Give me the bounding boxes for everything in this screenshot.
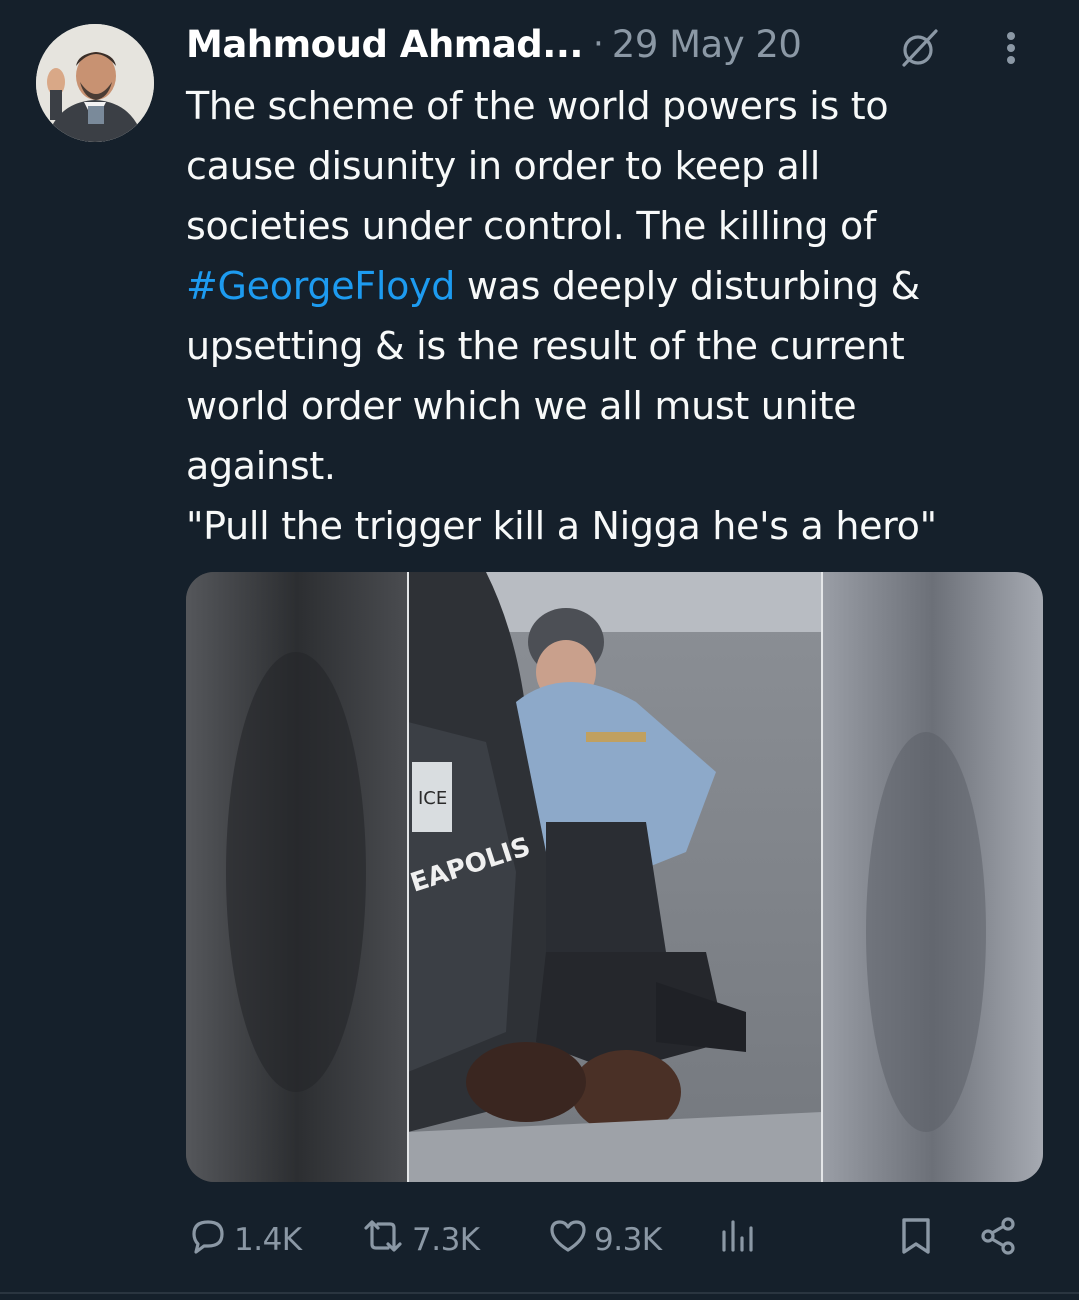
- tweet-text-line: "Pull the trigger kill a Nigga he's a he…: [186, 504, 937, 548]
- heart-icon: [546, 1214, 590, 1266]
- tweet-media-image[interactable]: ICE EAPOLIS: [186, 572, 1043, 1182]
- tweet-text-line: societies under control. The killing of: [186, 204, 877, 248]
- retweet-icon: [358, 1214, 408, 1266]
- car-text-ice: ICE: [418, 788, 447, 809]
- share-icon: [976, 1214, 1020, 1266]
- tweet-text-line-hashtag: #GeorgeFloyd was deeply disturbing &: [186, 256, 1056, 316]
- reply-button[interactable]: 1.4K: [186, 1208, 302, 1272]
- like-count: 9.3K: [594, 1222, 662, 1258]
- author-name[interactable]: Mahmoud Ahmad...: [186, 23, 583, 66]
- tweet-text-line: upsetting & is the result of the current: [186, 324, 905, 368]
- reply-icon: [186, 1214, 230, 1266]
- header-separator: ·: [592, 24, 604, 64]
- timestamp[interactable]: 29 May 20: [612, 23, 802, 66]
- author-avatar[interactable]: [36, 24, 154, 142]
- reply-count: 1.4K: [234, 1222, 302, 1258]
- more-options-icon[interactable]: [1001, 26, 1021, 70]
- tweet-text: The scheme of the world powers is to cau…: [186, 76, 1056, 556]
- retweet-button[interactable]: 7.3K: [358, 1208, 480, 1272]
- retweet-count: 7.3K: [412, 1222, 480, 1258]
- tweet-text-fragment: was deeply disturbing &: [455, 264, 920, 308]
- share-button[interactable]: [976, 1208, 1020, 1272]
- tweet-action-bar: 1.4K 7.3K 9.3K: [186, 1208, 1026, 1272]
- tweet-text-line: cause disunity in order to keep all: [186, 144, 821, 188]
- tweet-text-line: against.: [186, 444, 336, 488]
- views-icon: [716, 1214, 760, 1266]
- views-button[interactable]: [716, 1208, 760, 1272]
- grok-icon[interactable]: [898, 26, 942, 70]
- avatar-portrait: [36, 24, 154, 142]
- bottom-divider: [0, 1292, 1079, 1294]
- media-photo: ICE EAPOLIS: [186, 572, 1043, 1182]
- tweet-text-line: The scheme of the world powers is to: [186, 84, 889, 128]
- hashtag-link[interactable]: #GeorgeFloyd: [186, 264, 455, 308]
- bookmark-icon: [894, 1214, 938, 1266]
- bookmark-button[interactable]: [894, 1208, 938, 1272]
- tweet-text-line: world order which we all must unite: [186, 384, 857, 428]
- like-button[interactable]: 9.3K: [546, 1208, 662, 1272]
- tweet-header: Mahmoud Ahmad... · 29 May 20: [186, 14, 1056, 74]
